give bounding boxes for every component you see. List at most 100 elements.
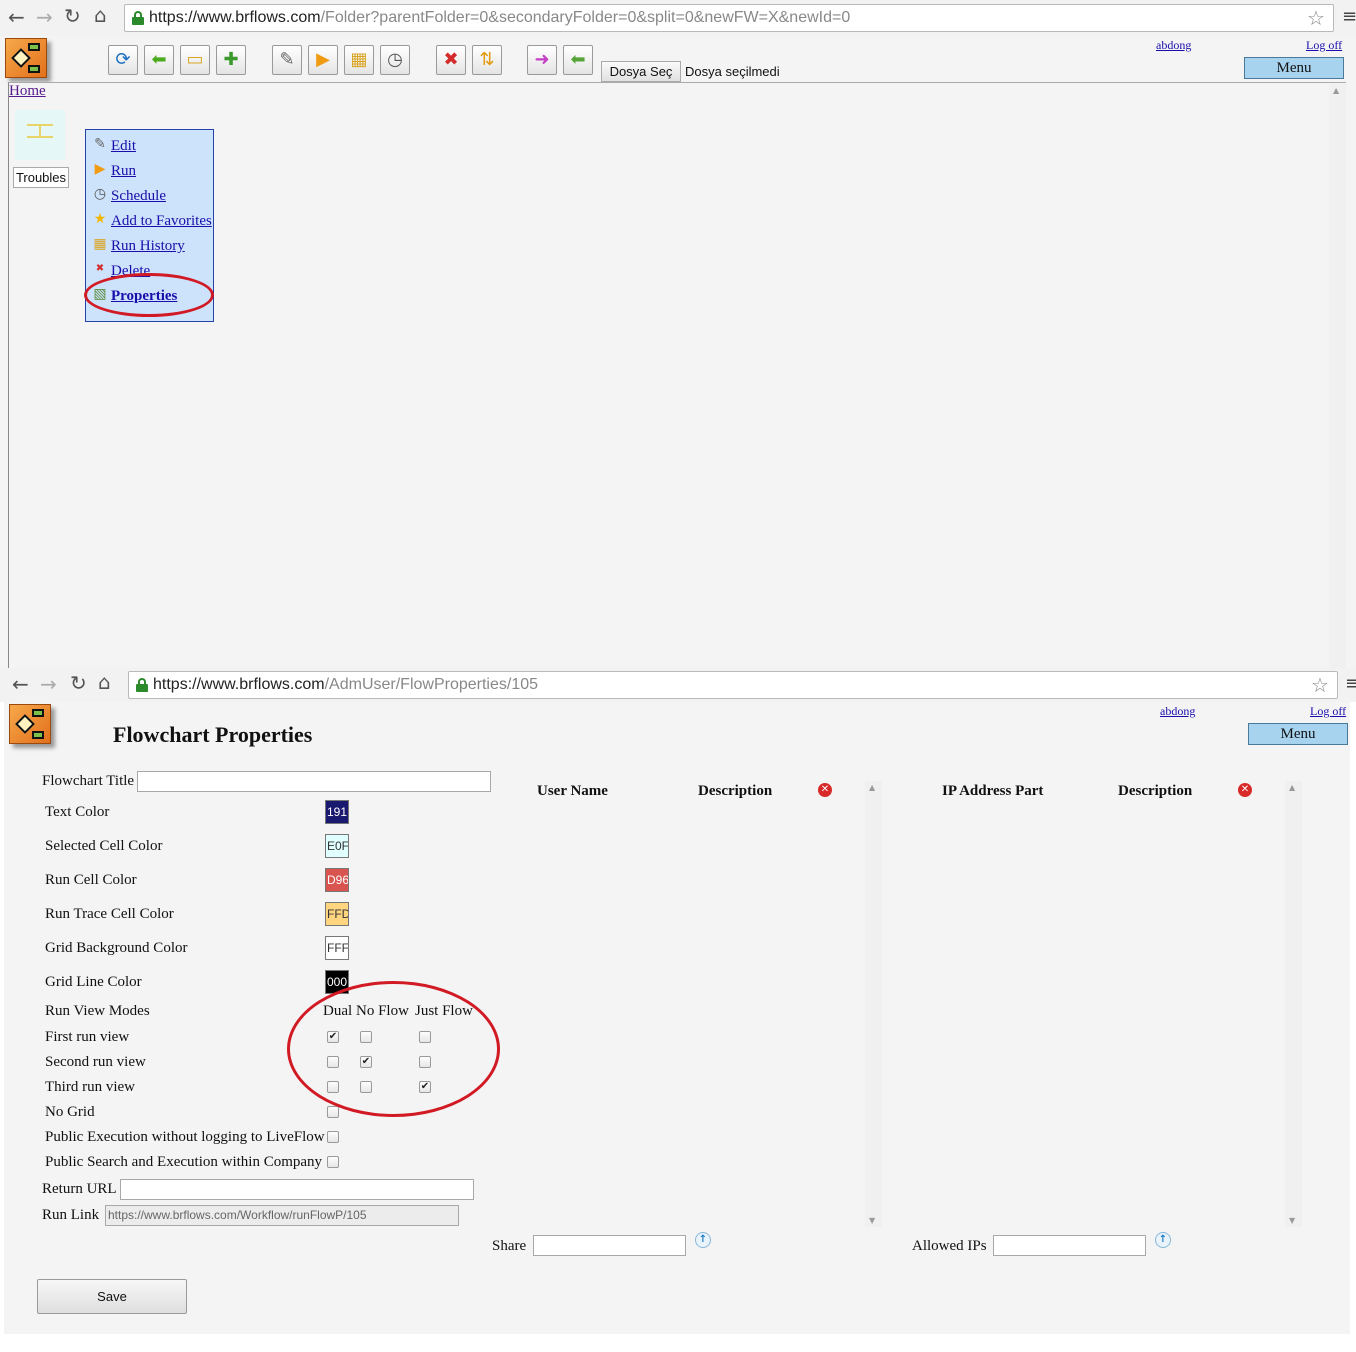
allowed-ips-input[interactable] <box>993 1235 1146 1256</box>
menu-button[interactable]: Menu <box>1244 57 1344 79</box>
lock-icon <box>132 11 144 25</box>
flowchart-title-label: Flowchart Title <box>42 773 135 789</box>
no-grid-label: No Grid <box>45 1104 95 1120</box>
share-upload-icon[interactable]: ↑ <box>695 1232 711 1248</box>
browser-menu-icon[interactable]: ≡ <box>1342 6 1356 27</box>
split-icon[interactable]: ⇅ <box>472 45 502 75</box>
pencil-icon: ✎ <box>94 136 106 152</box>
users-description-header: Description <box>698 783 773 799</box>
return-url-input[interactable] <box>120 1179 474 1200</box>
allowed-ips-upload-icon[interactable]: ↑ <box>1155 1232 1171 1248</box>
browser-toolbar-1: ← → ↻ ⌂ https://www.brflows.com/Folder?p… <box>0 0 1356 36</box>
import-icon[interactable]: ⬅ <box>563 45 593 75</box>
back-icon[interactable]: ← <box>12 674 29 694</box>
folder-item-label[interactable]: Troubles <box>13 167 69 188</box>
bookmark-star-icon[interactable]: ☆ <box>1311 673 1329 697</box>
flowchart-thumbnail[interactable] <box>15 110 65 160</box>
schedule-icon[interactable]: ◷ <box>380 45 410 75</box>
browser-toolbar-2: ← → ↻ ⌂ https://www.brflows.com/AdmUser/… <box>0 668 1356 702</box>
back-icon[interactable]: ← <box>8 7 25 27</box>
ip-description-header: Description <box>1118 783 1193 799</box>
lock-icon <box>136 678 148 692</box>
star-icon: ★ <box>93 211 107 227</box>
clock-icon: ◷ <box>93 186 107 202</box>
refresh-icon[interactable]: ⟳ <box>108 45 138 75</box>
forward-icon[interactable]: → <box>40 674 57 694</box>
public-search-label: Public Search and Execution within Compa… <box>45 1154 323 1170</box>
public-execution-checkbox[interactable] <box>327 1131 339 1143</box>
breadcrumb-home[interactable]: Home <box>9 83 46 100</box>
run-view-modes-label: Run View Modes <box>45 1003 150 1019</box>
page-title: Flowchart Properties <box>113 722 313 747</box>
flowchart-title-input[interactable] <box>137 771 491 792</box>
url-path: /Folder?parentFolder=0&secondaryFolder=0… <box>320 9 851 26</box>
grid-line-color-label: Grid Line Color <box>45 974 142 990</box>
third-run-view-label: Third run view <box>45 1079 135 1095</box>
ip-clear-icon[interactable]: ✕ <box>1238 783 1252 797</box>
url-host: https://www.brflows.com <box>153 676 325 693</box>
ctx-favorites[interactable]: ★ Add to Favorites <box>90 210 215 232</box>
vertical-scrollbar[interactable]: ▲ <box>1329 84 1346 668</box>
bookmark-star-icon[interactable]: ☆ <box>1307 6 1325 30</box>
app-logo[interactable] <box>5 38 47 78</box>
forward-icon[interactable]: → <box>36 7 53 27</box>
save-button[interactable]: Save <box>37 1279 187 1314</box>
run-trace-cell-color-label: Run Trace Cell Color <box>45 906 174 922</box>
run-link-label: Run Link <box>42 1207 100 1223</box>
selected-cell-color-label: Selected Cell Color <box>45 838 163 854</box>
first-run-view-label: First run view <box>45 1029 130 1045</box>
url-path: /AdmUser/FlowProperties/105 <box>324 676 539 693</box>
app-logo[interactable] <box>9 704 51 744</box>
public-execution-label: Public Execution without logging to Live… <box>45 1129 325 1145</box>
file-choose-button[interactable]: Dosya Seç <box>601 61 681 82</box>
public-search-checkbox[interactable] <box>327 1156 339 1168</box>
no-grid-checkbox[interactable] <box>327 1106 339 1118</box>
home-icon[interactable]: ⌂ <box>98 672 111 692</box>
users-clear-icon[interactable]: ✕ <box>818 783 832 797</box>
edit-pencil-icon[interactable]: ✎ <box>272 45 302 75</box>
reload-icon[interactable]: ↻ <box>70 673 87 693</box>
ctx-run-history[interactable]: ▦ Run History <box>90 235 215 257</box>
address-bar[interactable]: https://www.brflows.com/AdmUser/FlowProp… <box>128 671 1338 699</box>
play-icon: ▶ <box>94 161 106 177</box>
ip-scrollbar[interactable]: ▲ ▼ <box>1285 781 1302 1227</box>
export-icon[interactable]: ➜ <box>527 45 557 75</box>
new-flow-icon[interactable]: ✚ <box>216 45 246 75</box>
browser-menu-icon[interactable]: ≡ <box>1345 673 1356 694</box>
ctx-schedule[interactable]: ◷ Schedule <box>90 185 215 207</box>
run-trace-cell-color-swatch[interactable]: FFD <box>325 902 349 926</box>
file-status: Dosya seçilmedi <box>685 64 780 79</box>
run-icon[interactable]: ▶ <box>308 45 338 75</box>
back-arrow-icon[interactable]: ⬅ <box>144 45 174 75</box>
logoff-link[interactable]: Log off <box>1310 704 1346 719</box>
run-link-input[interactable]: https://www.brflows.com/Workflow/runFlow… <box>105 1205 459 1226</box>
reload-icon[interactable]: ↻ <box>64 6 81 26</box>
ctx-run[interactable]: ▶ Run <box>90 160 215 182</box>
delete-icon[interactable]: ✖ <box>436 45 466 75</box>
text-color-swatch[interactable]: 191 <box>325 800 349 824</box>
text-color-label: Text Color <box>45 804 110 820</box>
run-history-icon[interactable]: ▦ <box>344 45 374 75</box>
run-cell-color-swatch[interactable]: D96 <box>325 868 349 892</box>
new-folder-icon[interactable]: ▭ <box>180 45 210 75</box>
run-cell-color-label: Run Cell Color <box>45 872 137 888</box>
grid-background-color-swatch[interactable]: FFF <box>325 936 349 960</box>
allowed-ips-label: Allowed IPs <box>912 1238 987 1254</box>
ctx-edit[interactable]: ✎ Edit <box>90 135 215 157</box>
highlight-ellipse-properties <box>84 273 214 317</box>
menu-button[interactable]: Menu <box>1248 723 1348 745</box>
second-run-view-label: Second run view <box>45 1054 146 1070</box>
user-name-header: User Name <box>537 783 608 799</box>
address-bar[interactable]: https://www.brflows.com/Folder?parentFol… <box>124 4 1334 32</box>
grid-background-color-label: Grid Background Color <box>45 940 188 956</box>
user-link[interactable]: abdong <box>1156 38 1191 53</box>
url-host: https://www.brflows.com <box>149 9 321 26</box>
user-link[interactable]: abdong <box>1160 704 1195 719</box>
logoff-link[interactable]: Log off <box>1306 38 1342 53</box>
users-scrollbar[interactable]: ▲ ▼ <box>865 781 882 1227</box>
share-input[interactable] <box>533 1235 686 1256</box>
history-icon: ▦ <box>93 236 107 252</box>
home-icon[interactable]: ⌂ <box>94 5 107 25</box>
selected-cell-color-swatch[interactable]: E0F <box>325 834 349 858</box>
highlight-ellipse-run-views <box>287 981 500 1117</box>
